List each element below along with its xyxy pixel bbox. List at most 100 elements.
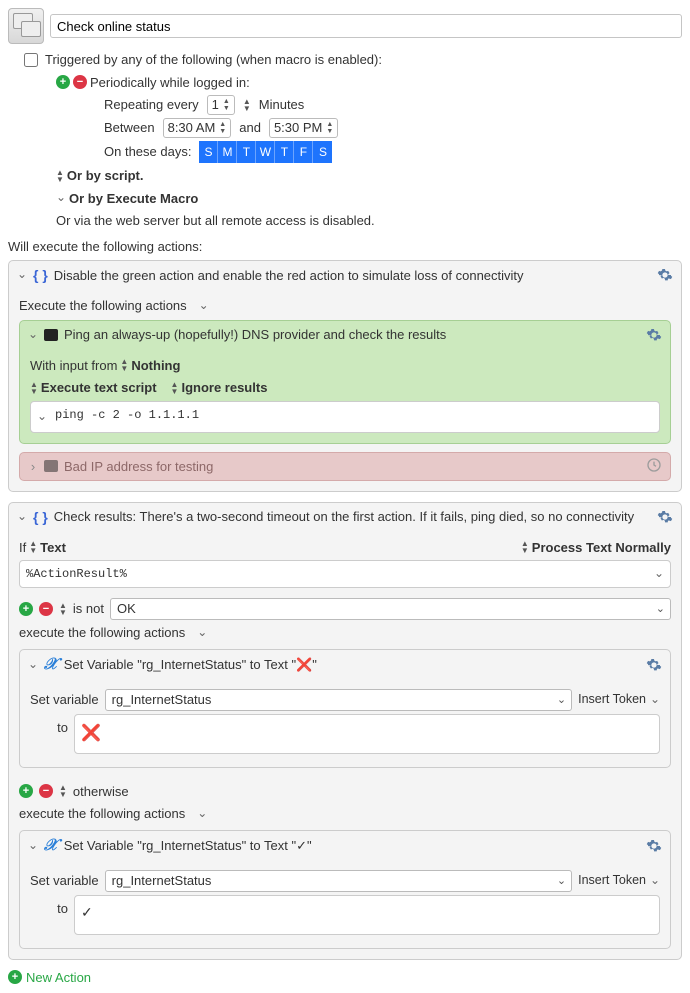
add-trigger-button[interactable]: + — [56, 75, 70, 89]
ignore-results-select[interactable]: Ignore results — [181, 378, 267, 398]
action-set-var-x: 𝒳 Set Variable "rg_InternetStatus" to Te… — [19, 649, 671, 768]
days-selector[interactable]: S M T W T F S — [199, 141, 332, 163]
insert-token-button[interactable]: Insert Token — [578, 690, 660, 709]
day-mon[interactable]: M — [218, 141, 237, 163]
terminal-icon — [44, 460, 58, 472]
disclose-icon[interactable] — [17, 510, 27, 524]
action-ping: Ping an always-up (hopefully!) DNS provi… — [19, 320, 671, 444]
between-start-time[interactable]: 8:30 AM ▲▼ — [163, 118, 232, 138]
repeating-unit-sort-icon[interactable]: ▲▼ — [243, 98, 251, 112]
action-group-1-title: Disable the green action and enable the … — [54, 268, 524, 283]
add-condition-button[interactable]: + — [19, 784, 33, 798]
sort-icon[interactable]: ▲▼ — [56, 169, 64, 183]
braces-icon: { } — [33, 267, 48, 283]
action-group-2: { } Check results: There's a two-second … — [8, 502, 682, 960]
day-tue[interactable]: T — [237, 141, 256, 163]
set-var-x-title: Set Variable "rg_InternetStatus" to Text… — [64, 657, 317, 673]
triggers-enabled-checkbox[interactable] — [24, 53, 38, 67]
to-label: to — [30, 714, 68, 738]
insert-token-button[interactable]: Insert Token — [578, 871, 660, 890]
execute-actions-label: execute the following actions — [19, 804, 185, 824]
action-bad-ip: Bad IP address for testing — [19, 452, 671, 481]
disclose-icon[interactable] — [56, 189, 66, 207]
macro-icon — [8, 8, 44, 44]
disclose-icon[interactable] — [28, 459, 38, 474]
repeating-unit-select[interactable]: Minutes — [259, 95, 305, 115]
or-by-execute-macro[interactable]: Or by Execute Macro — [69, 189, 198, 209]
disclose-icon[interactable] — [654, 567, 664, 582]
sort-icon[interactable]: ▲▼ — [59, 602, 67, 616]
gear-icon[interactable] — [646, 838, 662, 854]
execute-script-select[interactable]: Execute text script — [41, 378, 157, 398]
action-bad-ip-title: Bad IP address for testing — [64, 459, 213, 474]
repeating-interval-stepper[interactable]: 1 ▲▼ — [207, 95, 235, 115]
disclose-icon[interactable] — [28, 658, 38, 672]
macro-title-input[interactable] — [50, 14, 682, 38]
execute-actions-label: execute the following actions — [19, 623, 185, 643]
braces-icon: { } — [33, 509, 48, 525]
plus-icon: + — [8, 970, 22, 984]
clock-icon[interactable] — [646, 457, 670, 476]
otherwise-label: otherwise — [73, 782, 129, 802]
if-label: If — [19, 538, 26, 558]
action-group-2-title: Check results: There's a two-second time… — [54, 509, 634, 524]
between-end-time[interactable]: 5:30 PM ▲▼ — [269, 118, 338, 138]
sort-icon[interactable]: ▲▼ — [171, 381, 179, 395]
or-by-script[interactable]: Or by script. — [67, 166, 144, 186]
set-variable-label: Set variable — [30, 690, 99, 710]
disclose-icon[interactable] — [17, 268, 27, 282]
to-label: to — [30, 895, 68, 919]
or-via-web: Or via the web server but all remote acc… — [56, 211, 375, 231]
remove-condition-button[interactable]: − — [39, 784, 53, 798]
with-input-value-select[interactable]: Nothing — [131, 356, 180, 376]
variable-name-select[interactable]: rg_InternetStatus — [105, 870, 572, 892]
to-value-input[interactable]: ✓ — [74, 895, 660, 935]
between-and: and — [239, 118, 261, 138]
condition-value-input[interactable]: OK — [110, 598, 671, 620]
gear-icon[interactable] — [646, 327, 662, 343]
disclose-icon[interactable] — [28, 328, 38, 342]
process-text-select[interactable]: Process Text Normally — [532, 538, 671, 558]
gear-icon[interactable] — [657, 509, 673, 525]
action-set-var-check: 𝒳 Set Variable "rg_InternetStatus" to Te… — [19, 830, 671, 949]
day-sat[interactable]: S — [313, 141, 332, 163]
periodic-trigger-label: Periodically while logged in: — [90, 73, 250, 93]
variable-icon: 𝒳 — [44, 837, 58, 855]
set-variable-label: Set variable — [30, 871, 99, 891]
action-ping-title: Ping an always-up (hopefully!) DNS provi… — [64, 327, 446, 342]
repeating-label: Repeating every — [104, 95, 199, 115]
sort-icon[interactable]: ▲▼ — [120, 358, 128, 372]
sort-icon[interactable]: ▲▼ — [30, 381, 38, 395]
with-input-label: With input from — [30, 356, 117, 376]
disclose-icon[interactable] — [197, 805, 207, 823]
disclose-icon[interactable] — [197, 624, 207, 642]
group1-subheader: Execute the following actions — [19, 296, 187, 316]
sort-icon[interactable]: ▲▼ — [29, 540, 37, 554]
set-var-check-title: Set Variable "rg_InternetStatus" to Text… — [64, 838, 312, 854]
add-condition-button[interactable]: + — [19, 602, 33, 616]
disclose-icon[interactable] — [37, 410, 47, 425]
remove-condition-button[interactable]: − — [39, 602, 53, 616]
variable-icon: 𝒳 — [44, 656, 58, 674]
sort-icon[interactable]: ▲▼ — [59, 784, 67, 798]
if-type-select[interactable]: Text — [40, 538, 66, 558]
between-label: Between — [104, 118, 155, 138]
day-thu[interactable]: T — [275, 141, 294, 163]
gear-icon[interactable] — [657, 267, 673, 283]
gear-icon[interactable] — [646, 657, 662, 673]
day-fri[interactable]: F — [294, 141, 313, 163]
to-value-input[interactable]: ❌ — [74, 714, 660, 754]
remove-trigger-button[interactable]: − — [73, 75, 87, 89]
sort-icon[interactable]: ▲▼ — [521, 540, 529, 554]
day-wed[interactable]: W — [256, 141, 275, 163]
script-textarea[interactable]: ping -c 2 -o 1.1.1.1 — [30, 401, 660, 433]
variable-name-select[interactable]: rg_InternetStatus — [105, 689, 572, 711]
if-text-input[interactable]: %ActionResult% — [19, 560, 671, 588]
disclose-icon[interactable] — [28, 839, 38, 853]
condition-op-select[interactable]: is not — [73, 599, 104, 619]
new-action-button[interactable]: + New Action — [8, 970, 682, 985]
terminal-icon — [44, 329, 58, 341]
disclose-icon[interactable] — [199, 297, 209, 315]
triggers-header: Triggered by any of the following (when … — [45, 50, 382, 70]
day-sun[interactable]: S — [199, 141, 218, 163]
